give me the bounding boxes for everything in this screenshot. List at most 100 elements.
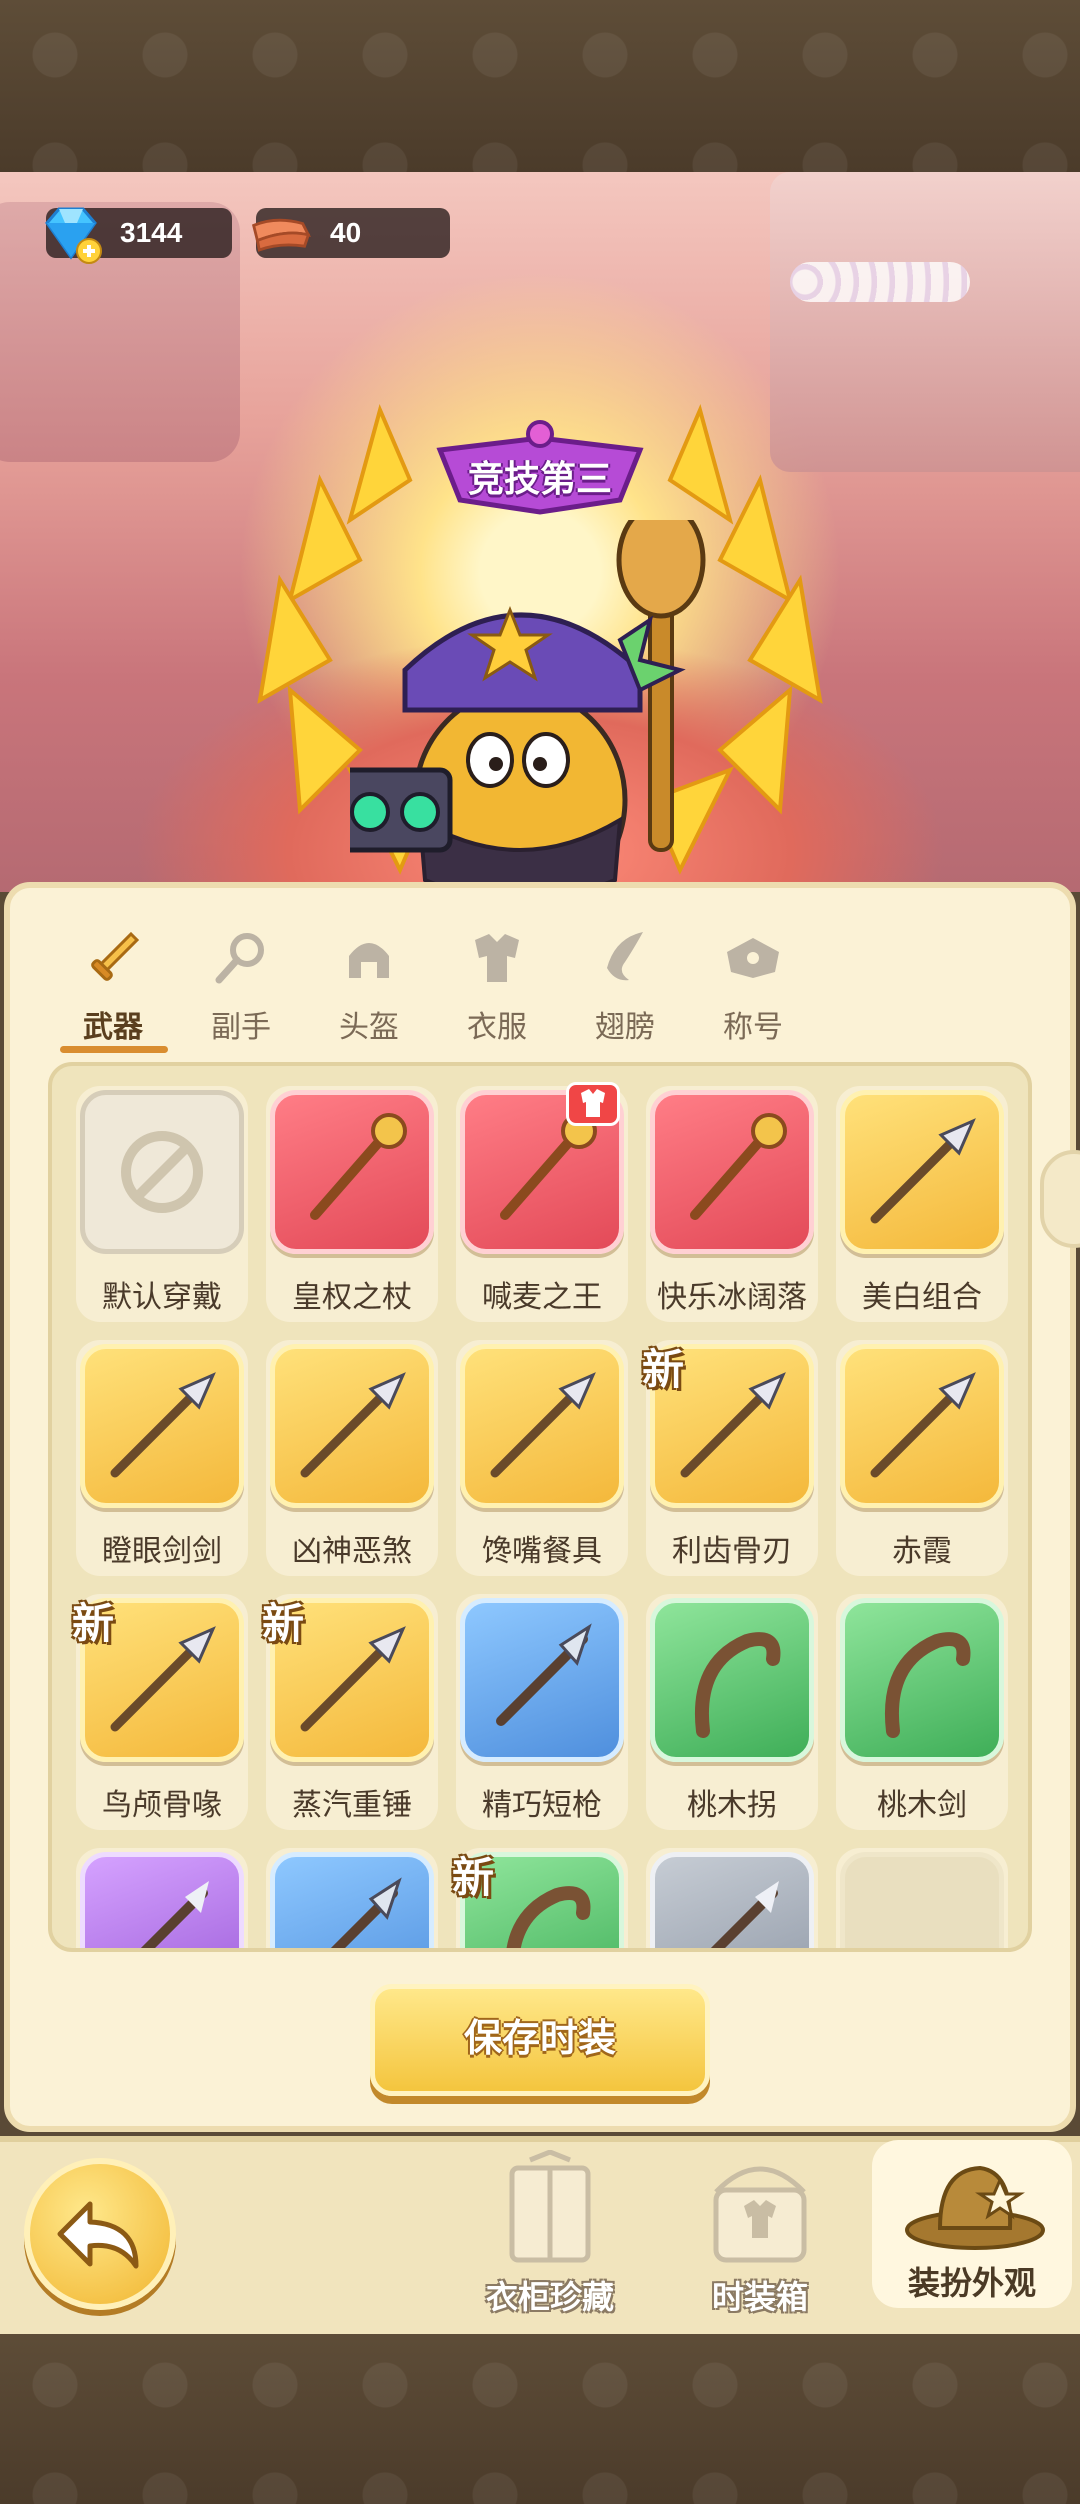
item-cell[interactable]: 凶神恶煞 (266, 1340, 438, 1576)
item-cell[interactable]: 精巧短枪 (456, 1594, 628, 1830)
item-name: 皇权之杖 (292, 1281, 412, 1314)
save-outfit-label: 保存时装 (463, 2018, 616, 2060)
item-tile (270, 1344, 434, 1508)
background-pearls (790, 262, 970, 302)
tab-label: 称号 (723, 1011, 783, 1044)
item-cell[interactable] (266, 1848, 438, 1948)
bottom-border-pattern (0, 2330, 1080, 2504)
item-cell[interactable] (646, 1848, 818, 1948)
new-tag: 新 (262, 1600, 305, 1647)
item-tile (650, 1090, 814, 1254)
prohibited-icon (121, 1131, 203, 1213)
item-name: 馋嘴餐具 (482, 1535, 602, 1568)
weapon-icon (870, 1372, 976, 1478)
item-tile (840, 1344, 1004, 1508)
nav-label: 衣柜珍藏 (485, 2279, 614, 2315)
item-cell[interactable]: 新利齿骨刃 (642, 1340, 818, 1576)
item-tile (80, 1344, 244, 1508)
top-border-pattern (0, 0, 1080, 172)
tab-label: 衣服 (467, 1011, 527, 1044)
new-tag: 新 (642, 1346, 685, 1393)
rank-badge: 竞技第三 (430, 420, 650, 516)
item-tile (840, 1852, 1004, 1952)
item-tile (270, 1090, 434, 1254)
weapon-icon (490, 1372, 596, 1478)
back-arrow-icon (57, 2201, 139, 2269)
item-cell[interactable]: 新鸟颅骨喙 (72, 1594, 248, 1830)
item-cell[interactable]: 喊麦之王 (456, 1082, 628, 1322)
weapon-icon (496, 1623, 592, 1726)
shirt-badge-icon (566, 1082, 620, 1126)
item-name: 瞪眼剑剑 (102, 1535, 222, 1568)
item-name: 喊麦之王 (482, 1281, 602, 1314)
item-cell[interactable] (76, 1848, 248, 1948)
tab-offhand[interactable]: 副手 (186, 928, 296, 1056)
save-outfit-button[interactable]: 保存时装 (370, 1984, 710, 2096)
nav-label: 时装箱 (711, 2279, 808, 2315)
back-button[interactable] (24, 2158, 176, 2310)
material-count: 40 (330, 217, 362, 248)
item-name: 利齿骨刃 (672, 1535, 792, 1568)
item-grid-frame: 默认穿戴 皇权之杖 喊麦之王 快乐冰阔落 美白组合 瞪眼剑剑 凶神恶煞 馋嘴餐具新利齿骨刃 赤霞… (48, 1062, 1032, 1952)
hat-icon (905, 2165, 1045, 2250)
offhand-icon (211, 928, 271, 988)
helmet-icon (339, 928, 399, 988)
nav-fashion-box[interactable]: 时装箱 (680, 2150, 840, 2320)
category-tabs: 武器 副手 头盔 衣服 翅膀 称号 (58, 928, 818, 1056)
nav-wardrobe-collection[interactable]: 衣柜珍藏 (470, 2150, 630, 2320)
weapon-icon (330, 1877, 402, 1948)
item-cell[interactable]: 桃木剑 (836, 1594, 1008, 1830)
item-cell[interactable]: 美白组合 (836, 1086, 1008, 1322)
item-cell (836, 1848, 1008, 1952)
item-name: 精巧短枪 (482, 1789, 602, 1822)
tab-label: 武器 (83, 1011, 143, 1044)
item-name: 美白组合 (862, 1281, 982, 1314)
item-tile (650, 1852, 814, 1948)
nav-dress-up-appearance[interactable]: 装扮外观 (872, 2140, 1072, 2308)
item-name: 蒸汽重锤 (292, 1789, 412, 1822)
item-cell[interactable]: 新 (452, 1848, 628, 1948)
royal-item-icon (690, 1113, 787, 1220)
item-cell[interactable]: 快乐冰阔落 (646, 1086, 818, 1322)
rank-title: 竞技第三 (467, 458, 612, 499)
item-cell[interactable]: 瞪眼剑剑 (76, 1340, 248, 1576)
sword-icon (83, 928, 143, 988)
item-name: 桃木拐 (687, 1789, 777, 1822)
wings-icon (595, 928, 655, 988)
fashion-box-icon (713, 2166, 807, 2263)
wardrobe-book-icon (509, 2150, 591, 2263)
armor-icon (467, 928, 527, 988)
item-name: 赤霞 (892, 1535, 952, 1568)
player-character (350, 520, 706, 932)
staff-icon (885, 1632, 971, 1738)
tab-title[interactable]: 称号 (698, 928, 808, 1056)
gem-counter[interactable]: 3144 (45, 207, 232, 264)
staff-icon (695, 1632, 781, 1738)
weapon-icon (140, 1881, 209, 1948)
item-tile (650, 1598, 814, 1762)
gem-count: 3144 (120, 217, 183, 248)
item-cell[interactable]: 皇权之杖 (266, 1086, 438, 1322)
weapon-icon (300, 1372, 406, 1478)
item-tile (80, 1090, 244, 1254)
tab-clothes[interactable]: 衣服 (442, 928, 552, 1056)
item-cell[interactable]: 赤霞 (836, 1340, 1008, 1576)
item-cell[interactable]: 桃木拐 (646, 1594, 818, 1830)
item-name: 鸟颅骨喙 (102, 1789, 222, 1822)
active-tab-indicator (60, 1046, 168, 1053)
item-tile (460, 1598, 624, 1762)
empty-slot (845, 1857, 999, 1952)
diamond-plus-icon (38, 200, 104, 266)
nav-label: 装扮外观 (907, 2265, 1036, 2301)
tab-weapon[interactable]: 武器 (58, 928, 168, 1056)
item-cell[interactable]: 新蒸汽重锤 (262, 1594, 438, 1830)
tab-wings[interactable]: 翅膀 (570, 928, 680, 1056)
royal-item-icon (310, 1113, 407, 1220)
tab-helmet[interactable]: 头盔 (314, 928, 424, 1056)
item-tile (840, 1090, 1004, 1254)
item-cell[interactable]: 默认穿戴 (76, 1086, 248, 1322)
material-counter: 40 (251, 208, 450, 258)
side-scroll-handle[interactable] (1040, 1150, 1080, 1248)
item-cell[interactable]: 馋嘴餐具 (456, 1340, 628, 1576)
item-name: 默认穿戴 (102, 1281, 222, 1314)
